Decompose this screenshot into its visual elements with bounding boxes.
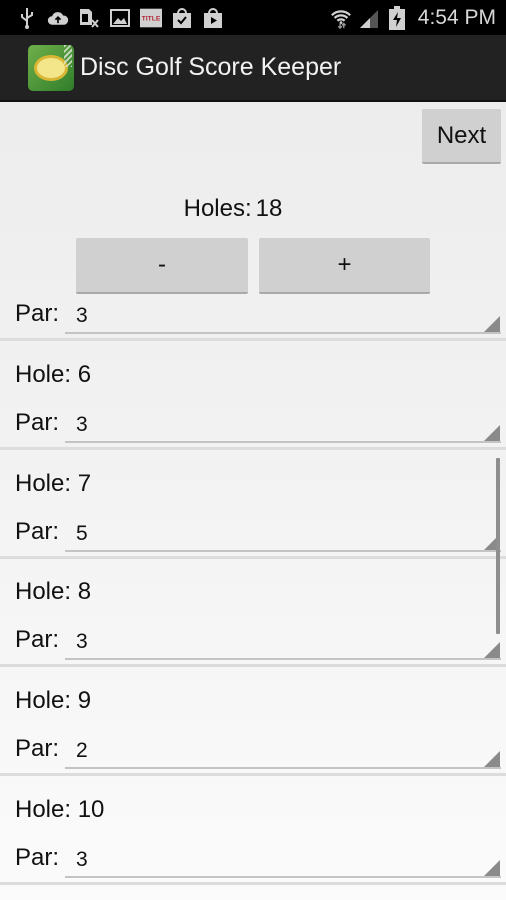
par-value: 3 [76, 413, 88, 436]
par-spinner[interactable]: 2 [65, 735, 501, 769]
basket-net-shape [64, 44, 72, 67]
spinner-arrow-icon [484, 860, 500, 876]
list-item: Hole: 9 Par: 2 [0, 667, 506, 776]
par-spinner[interactable]: 3 [65, 409, 501, 443]
divider [0, 882, 506, 885]
par-value: 5 [76, 522, 88, 545]
spinner-arrow-icon [484, 425, 500, 441]
title-app-icon: TITLE [140, 7, 162, 29]
par-spinner[interactable]: 3 [65, 844, 501, 878]
shopping-bag-check-icon [171, 7, 193, 29]
par-value: 2 [76, 739, 88, 762]
par-label: Par: [15, 518, 60, 545]
hole-label: Hole: 8 [15, 578, 92, 605]
hole-label: Hole: 6 [15, 361, 92, 388]
list-item: Hole: 10 Par: 3 [0, 776, 506, 885]
disc-shape [34, 54, 68, 81]
par-label: Par: [15, 735, 60, 762]
wifi-icon [330, 7, 352, 29]
holes-label: Holes: [183, 195, 252, 222]
par-value: 3 [76, 848, 88, 871]
holes-count: Holes: 18 [0, 195, 466, 223]
holes-value: 18 [255, 195, 283, 222]
action-bar: Disc Golf Score Keeper [0, 35, 506, 102]
list-item: Hole: 7 Par: 5 [0, 450, 506, 559]
scrollbar[interactable] [496, 458, 500, 634]
par-spinner[interactable]: 3 [65, 626, 501, 660]
par-label: Par: [15, 409, 60, 436]
notification-icons: TITLE [0, 7, 224, 29]
par-spinner[interactable]: 3 [65, 300, 501, 334]
system-icons: 4:54 PM [330, 5, 506, 30]
par-value: 3 [76, 304, 88, 327]
par-label: Par: [15, 626, 60, 653]
hole-label: Hole: 10 [15, 796, 105, 823]
par-label: Par: [15, 300, 60, 327]
next-button[interactable]: Next [422, 109, 501, 164]
disc-golf-app-icon[interactable] [28, 44, 74, 91]
svg-text:TITLE: TITLE [142, 15, 161, 22]
decrease-holes-button[interactable]: - [76, 238, 248, 294]
par-label: Par: [15, 844, 60, 871]
increase-holes-button[interactable]: + [259, 238, 430, 294]
image-icon [109, 7, 131, 29]
usb-icon [16, 7, 38, 29]
play-store-icon [202, 7, 224, 29]
sim-card-error-icon [78, 7, 100, 29]
par-spinner[interactable]: 5 [65, 518, 501, 552]
app-title: Disc Golf Score Keeper [80, 53, 342, 81]
battery-charging-icon [386, 5, 408, 30]
spinner-arrow-icon [484, 751, 500, 767]
par-value: 3 [76, 630, 88, 653]
spinner-arrow-icon [484, 642, 500, 658]
list-item: Hole: 8 Par: 3 [0, 558, 506, 667]
signal-icon [358, 7, 380, 29]
status-bar: TITLE 4:54 PM [0, 0, 506, 35]
spinner-arrow-icon [484, 316, 500, 332]
hole-label: Hole: 9 [15, 687, 92, 714]
list-item: Hole: 6 Par: 3 [0, 341, 506, 450]
cloud-upload-icon [47, 7, 69, 29]
clock: 4:54 PM [417, 5, 496, 29]
hole-label: Hole: 7 [15, 470, 92, 497]
